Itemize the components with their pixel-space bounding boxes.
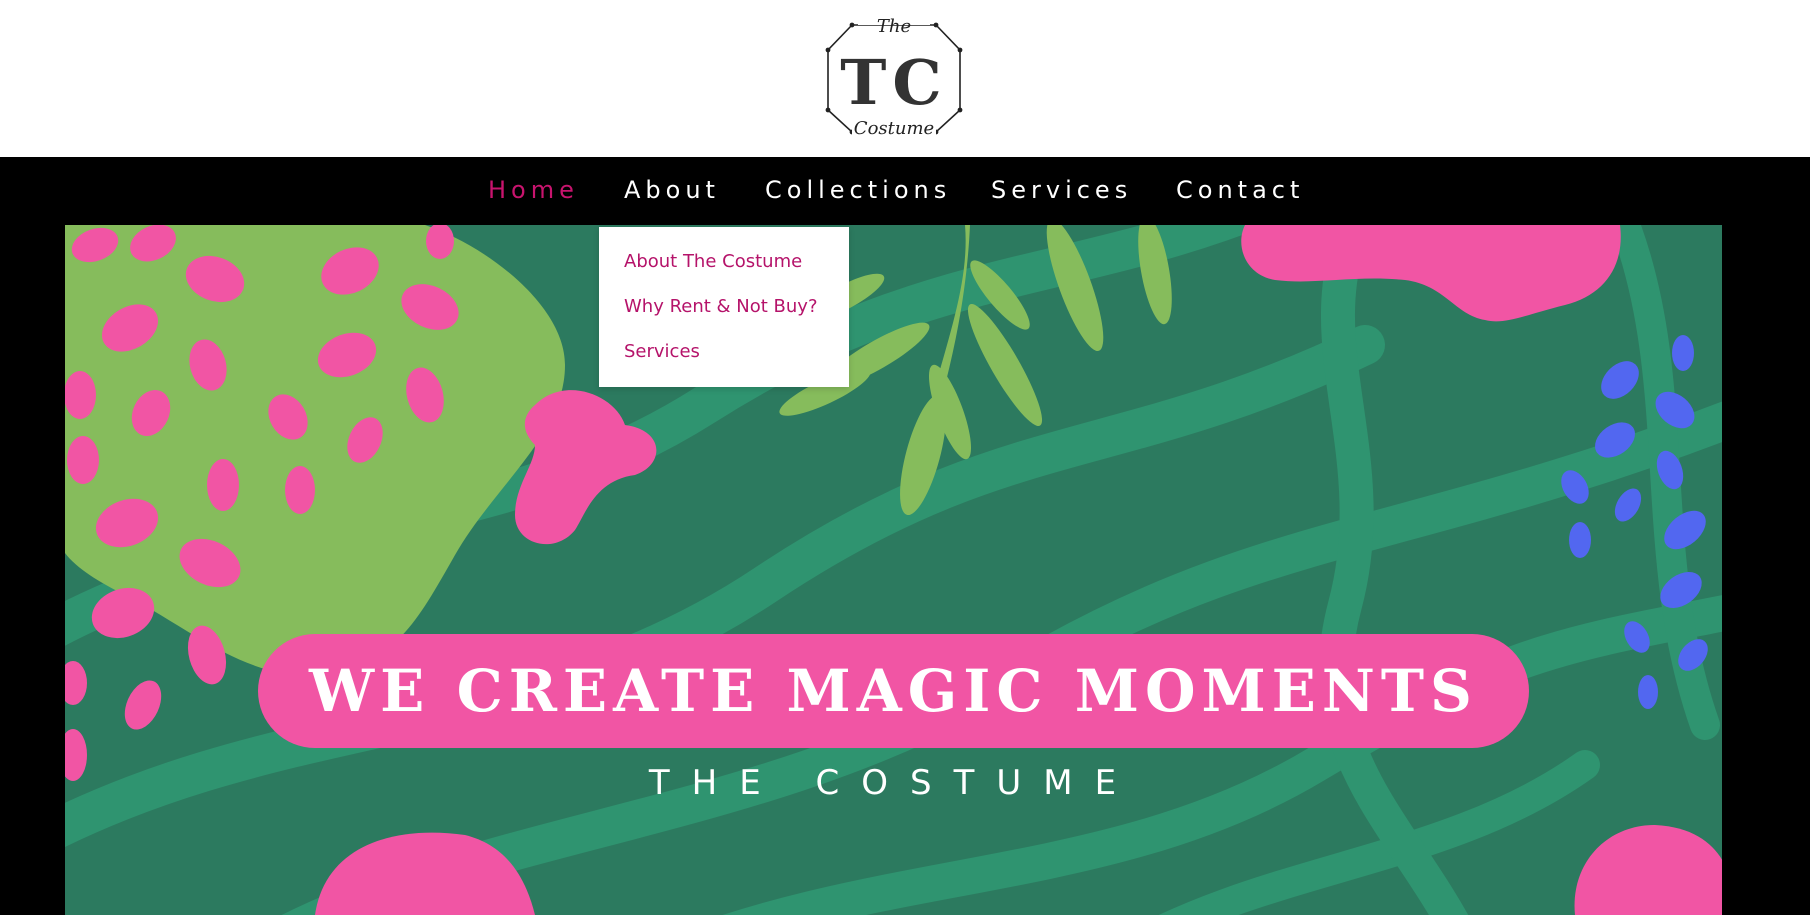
nav-collections[interactable]: Collections (765, 176, 951, 204)
nav-services[interactable]: Services (991, 176, 1132, 204)
nav-home[interactable]: Home (488, 176, 579, 204)
dropdown-item-about-the-costume[interactable]: About The Costume (624, 251, 802, 272)
site-header: The TC Costume (0, 0, 1810, 157)
logo-monogram: TC (840, 46, 947, 119)
about-dropdown-menu: About The Costume Why Rent & Not Buy? Se… (599, 227, 849, 387)
dropdown-item-services[interactable]: Services (624, 341, 700, 362)
hero-headline: WE CREATE MAGIC MOMENTS (309, 657, 1478, 725)
headline-pill: WE CREATE MAGIC MOMENTS (258, 634, 1529, 748)
hero-subheadline: THE COSTUME (648, 763, 1139, 803)
dropdown-item-why-rent[interactable]: Why Rent & Not Buy? (624, 296, 818, 317)
hero-background-art (65, 225, 1722, 915)
logo-bottom-word: Costume (854, 118, 934, 139)
logo-top-word: The (877, 16, 911, 37)
site-logo[interactable]: The TC Costume (822, 10, 966, 140)
hero-banner: WE CREATE MAGIC MOMENTS THE COSTUME (65, 225, 1722, 915)
nav-contact[interactable]: Contact (1176, 176, 1304, 204)
main-navigation: Home About Collections Services Contact (0, 157, 1810, 225)
nav-about[interactable]: About (624, 176, 720, 204)
